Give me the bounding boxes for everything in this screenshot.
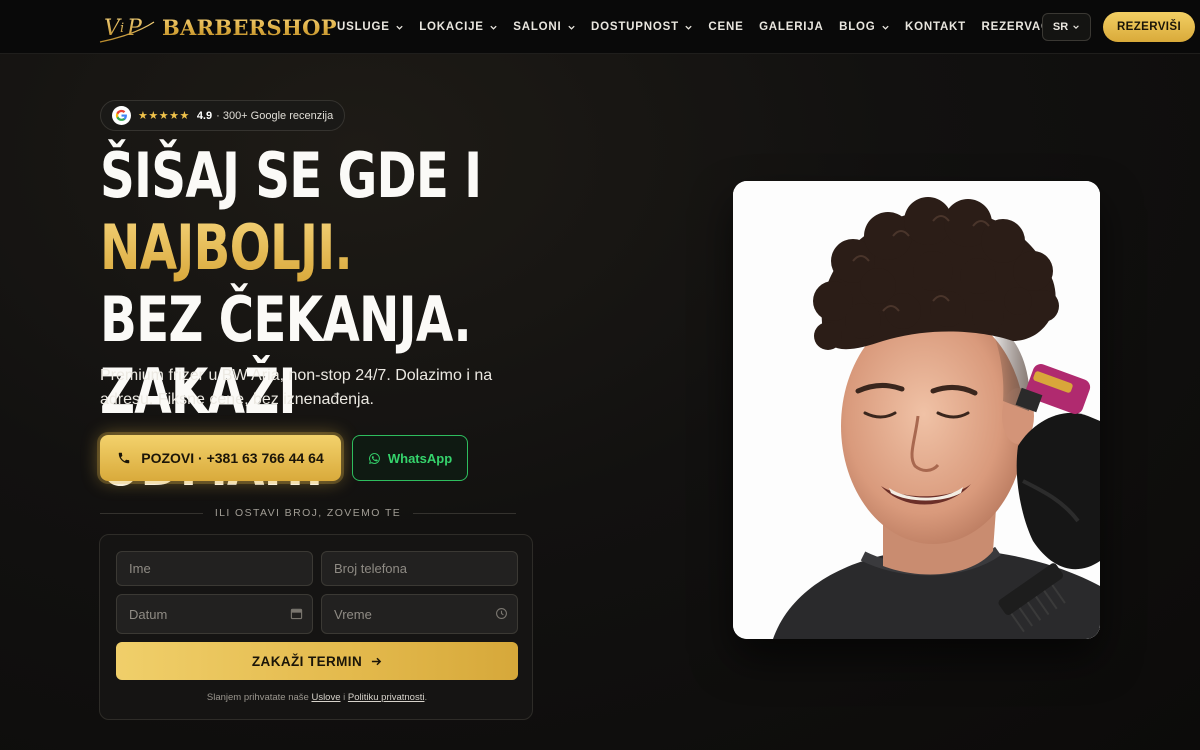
hero-photo — [733, 181, 1100, 639]
divider-line — [100, 512, 203, 514]
calendar-icon[interactable] — [290, 607, 303, 620]
phone-input[interactable] — [321, 551, 518, 586]
language-label: SR — [1052, 21, 1069, 33]
nav-label: BLOG — [839, 21, 876, 33]
nav-item-dostupnost[interactable]: DOSTUPNOST — [591, 21, 693, 33]
nav-item-saloni[interactable]: SALONI — [513, 21, 575, 33]
navbar: V i P BARBERSHOP USLUGE LOKACIJE SALONI … — [0, 0, 1200, 54]
chevron-down-icon — [685, 25, 692, 30]
divider-text: ILI OSTAVI BROJ, ZOVEMO TE — [214, 507, 402, 519]
haircut-illustration — [733, 181, 1100, 639]
terms-link[interactable]: Uslove — [311, 692, 340, 703]
google-icon — [112, 106, 131, 125]
whatsapp-icon — [368, 452, 380, 464]
nav-label: DOSTUPNOST — [591, 21, 679, 33]
terms-prefix: Slanjem prihvatate naše — [206, 692, 309, 703]
privacy-policy-link[interactable]: Politiku privatnosti — [348, 692, 425, 703]
divider-line — [413, 512, 516, 514]
vip-logo-mark: V i P — [99, 16, 155, 43]
terms-and: i — [343, 692, 346, 703]
nav-label: GALERIJA — [759, 21, 824, 33]
nav-item-lokacije[interactable]: LOKACIJE — [419, 21, 498, 33]
name-input[interactable] — [116, 551, 313, 586]
callback-form: ZAKAŽI TERMIN Slanjem prihvatate naše Us… — [99, 534, 533, 720]
rating-value: 4.9 — [196, 109, 213, 122]
brand-logo[interactable]: V i P BARBERSHOP — [96, 10, 337, 44]
call-button[interactable]: POZOVI · +381 63 766 44 64 — [100, 435, 341, 481]
nav-label: CENE — [708, 21, 744, 33]
call-button-label: POZOVI · +381 63 766 44 64 — [141, 450, 324, 466]
rating-text: · 300+ Google recenzija — [216, 109, 334, 122]
whatsapp-button[interactable]: WhatsApp — [352, 435, 468, 481]
nav-label: LOKACIJE — [419, 21, 484, 33]
arrow-right-icon — [372, 657, 382, 665]
svg-text:i: i — [120, 21, 124, 36]
nav-item-kontakt[interactable]: KONTAKT — [905, 21, 966, 33]
time-input[interactable] — [321, 594, 518, 634]
hero-subtitle: Premium frizer u BW Aria, non-stop 24/7.… — [100, 367, 493, 408]
terms-notice: Slanjem prihvatate naše Uslove i Politik… — [100, 692, 534, 703]
callback-divider: ILI OSTAVI BROJ, ZOVEMO TE — [100, 506, 516, 520]
date-field[interactable] — [116, 594, 313, 634]
chevron-down-icon — [1073, 25, 1079, 29]
nav-label: KONTAKT — [905, 21, 966, 33]
rating-stars: ★★★★★ — [138, 110, 190, 122]
chevron-down-icon — [396, 25, 403, 30]
nav-label: USLUGE — [337, 21, 390, 33]
nav-item-galerija[interactable]: GALERIJA — [759, 21, 824, 33]
main-nav: USLUGE LOKACIJE SALONI DOSTUPNOST CENE G… — [337, 0, 1086, 54]
terms-suffix: . — [424, 692, 428, 703]
nav-item-cene[interactable]: CENE — [708, 21, 743, 33]
chevron-down-icon — [567, 25, 575, 30]
clock-icon[interactable] — [495, 607, 508, 620]
reserve-button[interactable]: REZERVIŠI — [1103, 12, 1195, 42]
chevron-down-icon — [881, 25, 889, 30]
brand-name: BARBERSHOP — [162, 14, 337, 40]
headline-accent: NAJBOLJI. — [100, 211, 353, 284]
nav-item-usluge[interactable]: USLUGE — [337, 21, 404, 33]
google-rating-badge: ★★★★★ 4.9 · 300+ Google recenzija — [100, 100, 345, 131]
whatsapp-button-label: WhatsApp — [387, 450, 453, 466]
phone-icon — [118, 452, 130, 464]
time-field[interactable] — [321, 594, 518, 634]
chevron-down-icon — [490, 25, 497, 30]
submit-label: ZAKAŽI TERMIN — [251, 653, 363, 669]
schedule-submit-button[interactable]: ZAKAŽI TERMIN — [116, 642, 518, 680]
svg-text:P: P — [126, 16, 143, 41]
nav-label: SALONI — [513, 21, 562, 33]
headline-part1: ŠIŠAJ SE GDE I — [100, 139, 482, 212]
date-input[interactable] — [116, 594, 313, 634]
language-selector[interactable]: SR — [1042, 13, 1091, 41]
nav-item-blog[interactable]: BLOG — [839, 21, 889, 33]
